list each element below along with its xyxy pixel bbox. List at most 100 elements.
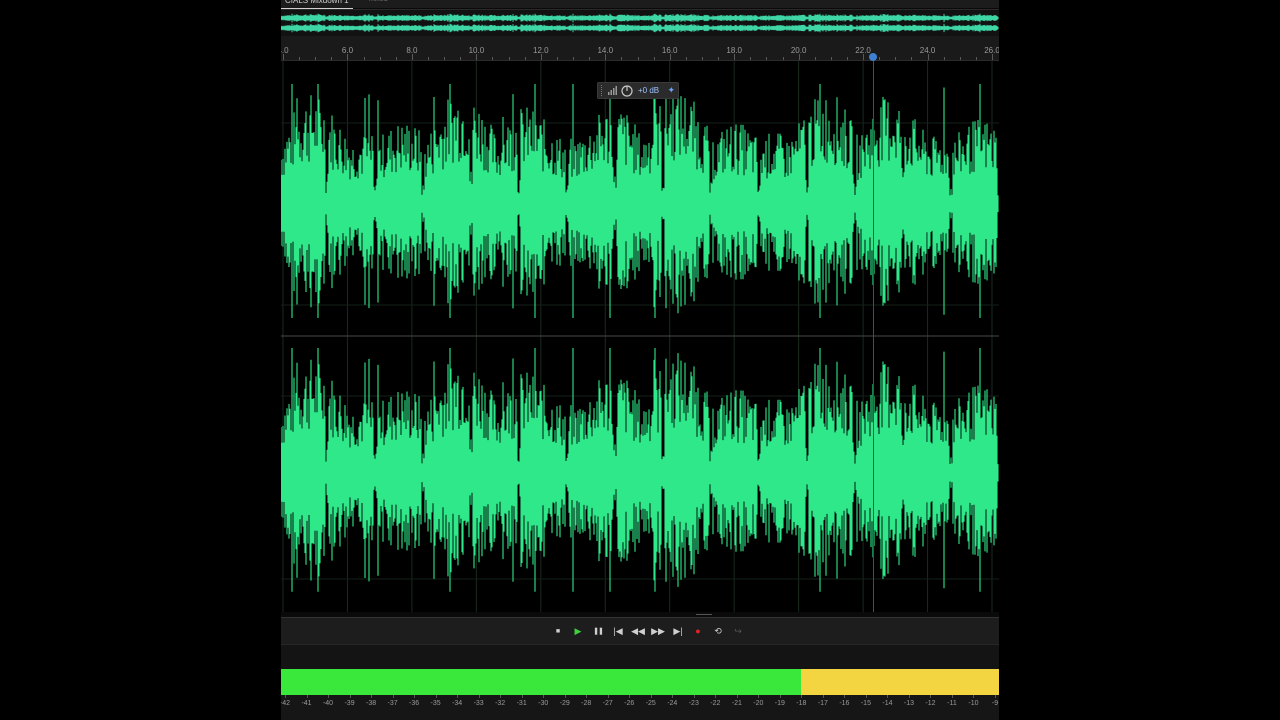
scale-label: -33 [473, 700, 484, 707]
scale-tick [865, 695, 867, 698]
ruler-tick [428, 57, 430, 60]
ruler-tick [959, 57, 961, 60]
scale-label: -42 [281, 700, 291, 707]
overview-right-channel [281, 23, 999, 33]
ruler-tick [556, 57, 558, 60]
scale-tick [629, 695, 631, 698]
stop-button[interactable]: ■ [551, 624, 565, 638]
scale-label: -24 [667, 700, 678, 707]
document-tab[interactable]: CIALS Mixdown 1 [281, 0, 353, 9]
ruler-tick [492, 57, 494, 60]
scale-tick [801, 695, 803, 698]
scale-label: -32 [495, 700, 506, 707]
overview-left-channel [281, 13, 999, 23]
ruler-label: 16.0 [661, 46, 678, 55]
scale-tick [779, 695, 781, 698]
record-icon: ● [695, 626, 701, 636]
record-button[interactable]: ● [691, 624, 705, 638]
ruler-tick [363, 57, 365, 60]
scale-tick [500, 695, 502, 698]
fast-forward-button[interactable]: ▶▶ [651, 624, 665, 638]
ruler-tick [895, 57, 897, 60]
gain-value[interactable]: +0 dB [638, 86, 659, 95]
ruler-label: 6.0 [341, 46, 354, 55]
ruler-tick [524, 57, 526, 60]
ruler-tick [879, 57, 881, 60]
ruler-tick [379, 57, 381, 60]
ruler-tick [911, 57, 913, 60]
overview-waveform [281, 13, 999, 33]
fast-forward-icon: ▶▶ [651, 625, 665, 636]
ruler-label: 10.0 [468, 46, 485, 55]
scale-tick [586, 695, 588, 698]
scale-tick [650, 695, 652, 698]
gain-knob-icon[interactable] [621, 84, 633, 97]
ruler-tick [589, 57, 591, 60]
scale-tick [715, 695, 717, 698]
scale-label: -12 [925, 700, 936, 707]
scale-label: -25 [645, 700, 656, 707]
scale-label: -34 [452, 700, 463, 707]
stereo-waveform [281, 61, 999, 612]
scale-label: -15 [860, 700, 871, 707]
scale-label: -39 [344, 700, 355, 707]
scale-label: -22 [710, 700, 721, 707]
rewind-button[interactable]: ◀◀ [631, 624, 645, 638]
waveform-display[interactable] [281, 61, 999, 612]
ruler-label: 4.0 [281, 46, 289, 55]
play-button[interactable]: ▶ [571, 624, 585, 638]
ruler-tick [766, 57, 768, 60]
ruler-tick [782, 57, 784, 60]
ruler-label: 22.0 [855, 46, 871, 55]
scale-tick [844, 695, 846, 698]
time-ruler[interactable]: 4.0 6.0 8.0 10.0 12.0 14.0 16.0 18.0 20.0 22.0 24.… [281, 36, 999, 61]
ruler-tick [395, 57, 397, 60]
loop-button[interactable]: ⟲ [711, 624, 725, 638]
ruler-tick [750, 57, 752, 60]
ruler-label: 8.0 [406, 46, 418, 55]
ruler-tick [846, 57, 848, 60]
ruler-tick [830, 57, 832, 60]
pin-icon[interactable]: ✦ [667, 85, 675, 96]
left-channel-waveform [281, 84, 999, 318]
ruler-tick [718, 57, 720, 60]
scale-tick [478, 695, 480, 698]
meter-green-segment [281, 669, 802, 695]
scale-label: -18 [796, 700, 807, 707]
scale-tick [564, 695, 566, 698]
scale-tick [951, 695, 953, 698]
scale-label: -37 [387, 700, 398, 707]
skip-to-end-button[interactable]: ▶| [671, 624, 685, 638]
scale-tick [672, 695, 674, 698]
ruler-label: 14.0 [597, 46, 614, 55]
scale-tick [887, 695, 889, 698]
pause-button[interactable]: ❚❚ [591, 624, 605, 638]
play-icon: ▶ [574, 625, 582, 636]
ruler-tick [653, 57, 655, 60]
grip-icon[interactable] [601, 85, 605, 96]
skip-to-start-button[interactable]: |◀ [611, 624, 625, 638]
levels-panel-header [281, 644, 999, 670]
scale-label: -31 [516, 700, 527, 707]
skip-selection-icon: ↪ [734, 625, 742, 636]
scale-tick [392, 695, 394, 698]
scale-tick [371, 695, 373, 698]
stop-icon: ■ [555, 627, 561, 635]
playhead-line [873, 61, 874, 612]
scale-tick [758, 695, 760, 698]
scale-tick [736, 695, 738, 698]
scale-tick [693, 695, 695, 698]
scale-tick [328, 695, 330, 698]
playhead-handle[interactable] [869, 53, 877, 61]
rewind-icon: ◀◀ [631, 625, 645, 636]
scale-label: -17 [817, 700, 828, 707]
ruler-label: 12.0 [533, 46, 549, 55]
scale-tick [435, 695, 437, 698]
waveform-overview[interactable] [281, 9, 999, 37]
scale-tick [973, 695, 975, 698]
skip-end-icon: ▶| [673, 625, 683, 636]
scale-label: -35 [430, 700, 441, 707]
scale-label: -14 [882, 700, 893, 707]
skip-selection-button[interactable]: ↪ [731, 624, 745, 638]
hud-gain-control[interactable]: +0 dB ✦ [597, 82, 679, 99]
